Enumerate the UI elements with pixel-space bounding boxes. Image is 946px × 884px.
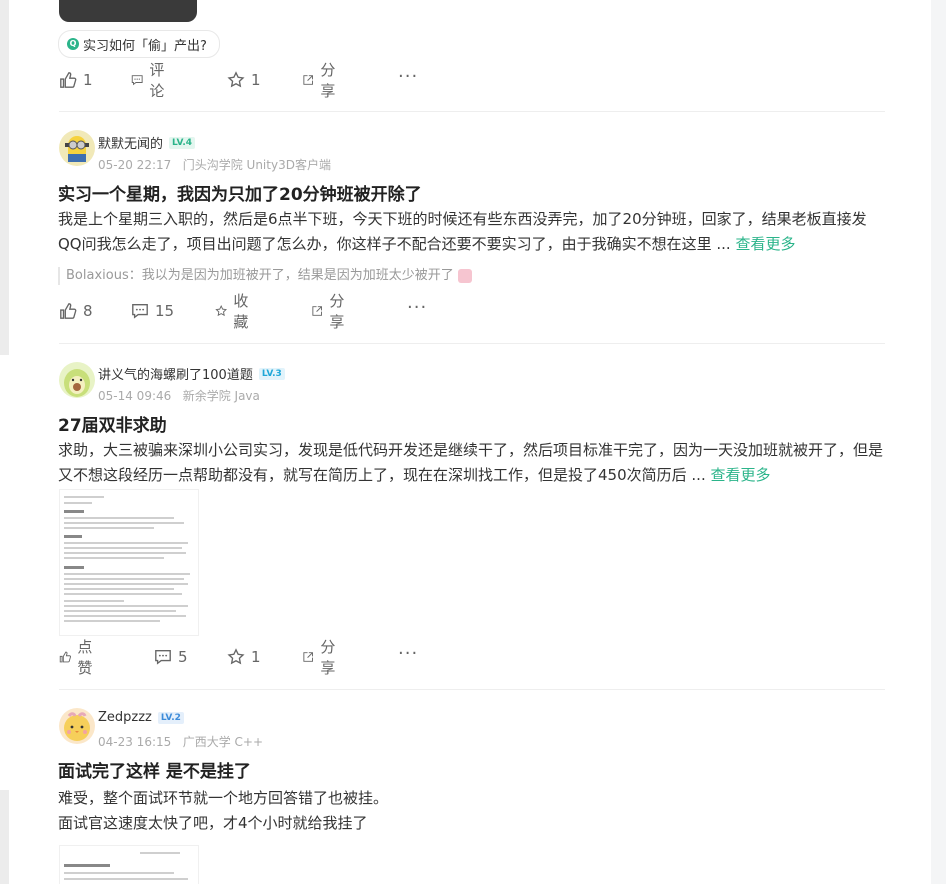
star-icon xyxy=(215,304,228,317)
share-label: 分享 xyxy=(320,61,336,100)
username[interactable]: Zedpzzz xyxy=(98,710,152,725)
post-meta: 04-23 16:15 广西大学 C++ xyxy=(98,733,263,750)
more-button[interactable]: ··· xyxy=(398,64,418,88)
like-button[interactable]: 8 xyxy=(59,299,93,323)
level-badge: LV.4 xyxy=(169,136,195,149)
comment-button[interactable]: 5 xyxy=(154,645,188,669)
avatar[interactable] xyxy=(59,708,95,744)
comment-count: 15 xyxy=(155,302,175,320)
post-date: 05-14 09:46 xyxy=(98,389,172,403)
divider xyxy=(59,689,885,690)
star-count: 1 xyxy=(251,71,261,89)
favorite-label: 收藏 xyxy=(233,292,249,331)
see-more-link[interactable]: 查看更多 xyxy=(735,235,795,253)
share-icon xyxy=(303,652,313,662)
minion-avatar-icon xyxy=(65,136,89,162)
avatar[interactable] xyxy=(59,362,95,398)
see-more-link[interactable]: 查看更多 xyxy=(711,466,771,484)
post-school: 门头沟学院 Unity3D客户端 xyxy=(182,158,331,172)
post-body[interactable]: 求助，大三被骗来深圳小公司实习，发现是低代码开发还是继续干了，然后项目标准干完了… xyxy=(58,438,890,488)
avocado-avatar-icon xyxy=(64,369,90,397)
avatar[interactable] xyxy=(59,130,95,166)
divider xyxy=(59,343,885,344)
post-title[interactable]: 实习一个星期，我因为只加了20分钟班被开除了 xyxy=(58,180,422,205)
post-body-line: 难受，整个面试环节就一个地方回答错了也被挂。 xyxy=(58,789,389,807)
more-button[interactable]: ··· xyxy=(407,295,427,319)
thumbs-up-icon xyxy=(60,72,77,88)
post-body[interactable]: 难受，整个面试环节就一个地方回答错了也被挂。 面试官这速度太快了吧，才4个小时就… xyxy=(58,786,890,836)
thumbs-up-icon xyxy=(60,303,77,319)
like-count: 8 xyxy=(83,302,93,320)
thumbs-up-icon xyxy=(59,651,71,663)
chick-avatar-icon xyxy=(64,712,90,741)
level-badge: LV.3 xyxy=(258,367,285,380)
comment-label: 评论 xyxy=(149,61,165,100)
post-image[interactable] xyxy=(59,845,199,884)
favorite-button[interactable]: 收藏 xyxy=(215,292,254,331)
right-gutter xyxy=(931,0,946,884)
username-row: Zedpzzz LV.2 xyxy=(98,710,184,725)
share-label: 分享 xyxy=(329,292,345,331)
comment-count: 5 xyxy=(178,648,188,666)
share-button[interactable]: 分享 xyxy=(302,638,341,677)
post-body[interactable]: 我是上个星期三入职的，然后是6点半下班，今天下班的时候还有些东西没弄完，加了20… xyxy=(58,207,890,257)
post-title[interactable]: 面试完了这样 是不是挂了 xyxy=(58,757,251,782)
star-button[interactable]: 1 xyxy=(227,645,261,669)
more-icon: ··· xyxy=(398,65,419,87)
post-title[interactable]: 27届双非求助 xyxy=(58,411,167,436)
comment-button[interactable]: 15 xyxy=(131,299,174,323)
star-button[interactable]: 1 xyxy=(227,68,261,92)
more-icon: ··· xyxy=(407,296,428,318)
share-label: 分享 xyxy=(320,638,336,677)
share-icon xyxy=(303,75,313,85)
post-body-line: 面试官这速度太快了吧，才4个小时就给我挂了 xyxy=(58,814,368,832)
like-label: 点赞 xyxy=(77,638,93,677)
star-count: 1 xyxy=(251,648,261,666)
share-button[interactable]: 分享 xyxy=(302,61,341,100)
like-button[interactable]: 1 xyxy=(59,68,93,92)
post-date: 05-20 22:17 xyxy=(98,158,172,172)
laugh-emoji-icon xyxy=(457,268,472,283)
comment-icon xyxy=(155,650,171,665)
post-meta: 05-20 22:17 门头沟学院 Unity3D客户端 xyxy=(98,156,331,173)
post-school: 新余学院 Java xyxy=(182,389,260,403)
post-date: 04-23 16:15 xyxy=(98,735,172,749)
username-row: 默默无闻的 LV.4 xyxy=(98,133,195,152)
star-icon xyxy=(227,71,245,88)
username[interactable]: 讲义气的海螺刷了100道题 xyxy=(98,364,253,383)
like-button[interactable]: 点赞 xyxy=(59,638,98,677)
comment-preview[interactable]: Bolaxious：我以为是因为加班被开了，结果是因为加班太少被开了 xyxy=(58,267,472,285)
topic-icon: Q xyxy=(67,38,79,50)
topic-label: 实习如何「偷」产出? xyxy=(83,38,207,54)
feed-card: Q 实习如何「偷」产出? 1 评论 1 分享 ··· 默默无闻的 LV.4 05… xyxy=(9,0,931,884)
comment-button[interactable]: 评论 xyxy=(131,61,170,100)
share-icon xyxy=(312,306,322,316)
like-count: 1 xyxy=(83,71,93,89)
left-panel-edge xyxy=(0,0,9,884)
username-row: 讲义气的海螺刷了100道题 LV.3 xyxy=(98,364,285,383)
level-badge: LV.2 xyxy=(157,711,184,724)
comment-icon xyxy=(131,75,143,86)
resume-image[interactable] xyxy=(59,489,199,636)
comment-icon xyxy=(132,304,148,319)
left-panel-lower xyxy=(0,355,9,790)
username[interactable]: 默默无闻的 xyxy=(98,133,163,152)
comment-author: Bolaxious： xyxy=(66,268,142,283)
post-meta: 05-14 09:46 新余学院 Java xyxy=(98,387,260,404)
more-icon: ··· xyxy=(398,642,419,664)
topic-tag[interactable]: Q 实习如何「偷」产出? xyxy=(58,30,220,58)
post-school: 广西大学 C++ xyxy=(182,735,264,749)
post-image-partial[interactable] xyxy=(59,0,197,22)
more-button[interactable]: ··· xyxy=(398,641,418,665)
divider xyxy=(59,111,885,112)
comment-text: 我以为是因为加班被开了，结果是因为加班太少被开了 xyxy=(141,268,454,283)
share-button[interactable]: 分享 xyxy=(311,292,350,331)
star-icon xyxy=(227,648,245,665)
